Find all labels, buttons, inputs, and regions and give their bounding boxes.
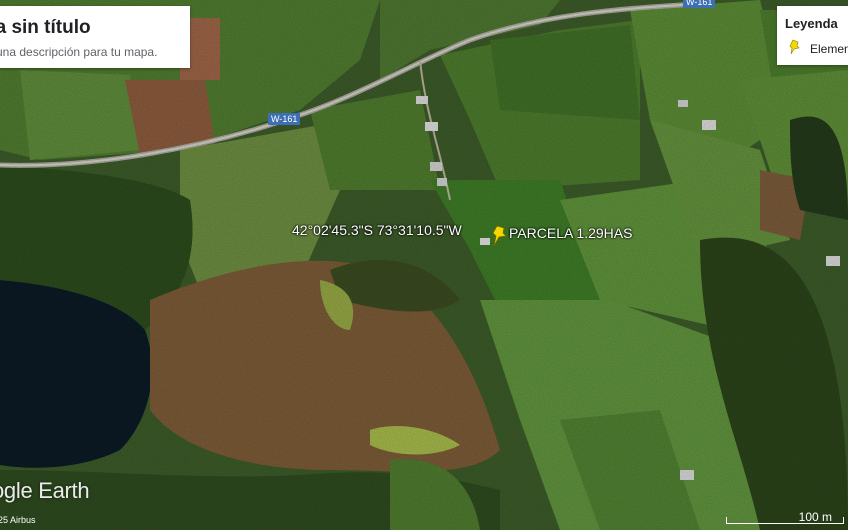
- road-label: W-161: [268, 113, 301, 125]
- legend-panel: Leyenda Elemen: [777, 6, 848, 65]
- imagery-credit: 25 Airbus: [0, 515, 36, 525]
- legend-title: Leyenda: [785, 16, 838, 31]
- google-earth-logo: ogle Earth: [0, 478, 90, 503]
- scale-bar-label: 100 m: [798, 510, 832, 524]
- placemark-coordinates: 42°02'45.3"S 73°31'10.5"W: [292, 222, 462, 238]
- map-title-card[interactable]: pa sin título e una descripción para tu …: [0, 6, 190, 68]
- map-title[interactable]: pa sin título: [0, 17, 91, 39]
- satellite-imagery[interactable]: [0, 0, 848, 530]
- map-description[interactable]: e una descripción para tu mapa.: [0, 45, 157, 59]
- pushpin-icon[interactable]: [490, 224, 510, 253]
- placemark-label[interactable]: PARCELA 1.29HAS: [509, 225, 632, 241]
- legend-item-label: Elemen: [810, 42, 848, 56]
- scale-bar: 100 m: [726, 510, 844, 528]
- road-label: W-161: [683, 0, 716, 8]
- pushpin-icon: [789, 39, 800, 55]
